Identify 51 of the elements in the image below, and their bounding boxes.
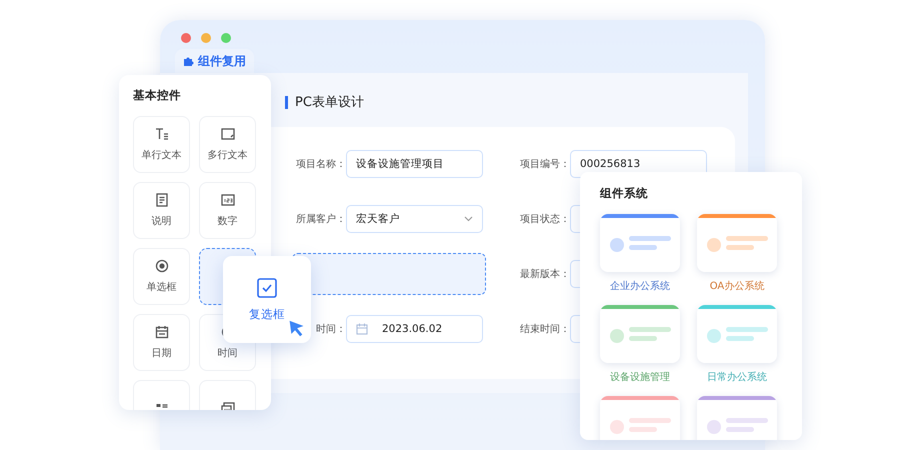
template-card[interactable]: [600, 396, 680, 440]
tile-label: 单行文本: [142, 148, 182, 162]
calendar-icon: [154, 325, 168, 339]
text-box-icon: [220, 127, 234, 141]
tile-label: 日期: [152, 346, 172, 360]
radio-icon: [154, 259, 168, 273]
control-tile[interactable]: 数字: [199, 182, 256, 239]
tile-label: 单选框: [146, 280, 176, 294]
panel-title: 组件系统: [600, 186, 649, 201]
form-title: PC表单设计: [285, 96, 364, 109]
template-card[interactable]: [697, 305, 777, 363]
field-label: 项目名称：: [295, 158, 346, 171]
puzzle-icon: [183, 56, 194, 67]
calendar-icon: [356, 323, 368, 335]
card-label: OA办公系统: [710, 280, 764, 294]
control-tile[interactable]: 单选框: [133, 248, 190, 305]
tile-label: 说明: [152, 215, 172, 228]
control-tile[interactable]: 单行文本: [133, 116, 190, 173]
tile-label: 多行文本: [208, 148, 248, 162]
card-label: 企业办公系统: [610, 280, 670, 294]
field-label: 最新版本：: [519, 268, 570, 281]
template-card[interactable]: [697, 214, 777, 272]
field-label: 项目编号：: [519, 158, 570, 171]
field-label: 时间：: [315, 322, 346, 336]
panel-title: 基本控件: [133, 88, 182, 103]
control-tile[interactable]: 说明: [133, 182, 190, 239]
drag-preview-tooltip[interactable]: 复选框: [223, 256, 311, 343]
template-card[interactable]: [697, 396, 777, 440]
card-label: 日常办公系统: [707, 370, 767, 385]
window-dot[interactable]: [201, 33, 211, 43]
control-tile[interactable]: 多行文本: [199, 116, 256, 173]
date-field[interactable]: 2023.06.02: [346, 315, 483, 343]
tab[interactable]: 组件复用: [175, 49, 254, 73]
field-label: 所属客户：: [295, 212, 346, 226]
tile-label: 时间: [218, 346, 238, 360]
card-label: 设备设施管理: [610, 370, 670, 385]
field-label: 项目状态：: [519, 212, 570, 226]
text-icon: [154, 127, 168, 141]
window-dot[interactable]: [221, 33, 231, 43]
input-field[interactable]: 设备设施管理项目: [346, 150, 483, 178]
template-card[interactable]: [600, 214, 680, 272]
checkbox-icon: [257, 278, 277, 298]
tile-label: 数字: [218, 214, 238, 228]
template-card[interactable]: [600, 305, 680, 363]
chevron-down-icon: [464, 216, 473, 222]
window-dot[interactable]: [181, 33, 191, 43]
dropdown-field[interactable]: 宏天客户: [346, 205, 483, 233]
number-icon: [220, 193, 234, 207]
control-tile[interactable]: 日期: [133, 314, 190, 371]
field-label: 结束时间：: [519, 322, 570, 336]
document-icon: [154, 193, 168, 207]
